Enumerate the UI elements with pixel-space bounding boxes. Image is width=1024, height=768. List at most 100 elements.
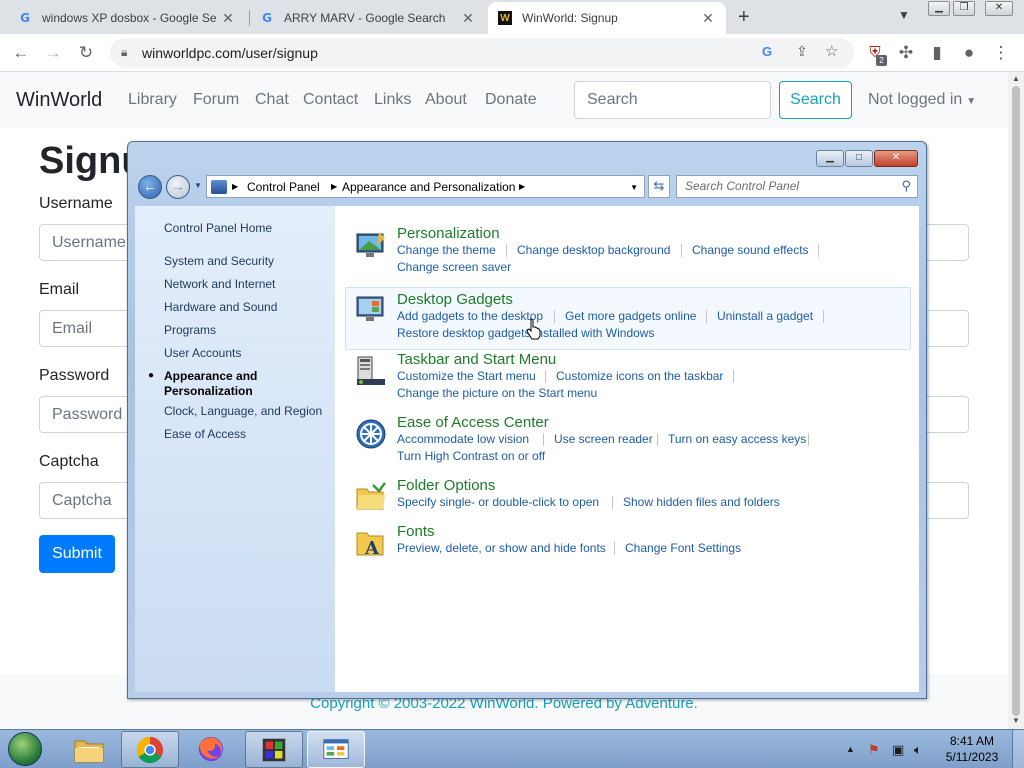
browser-tab-active[interactable]: W WinWorld: Signup ✕ bbox=[488, 2, 726, 34]
nav-control-panel-home[interactable]: Control Panel Home bbox=[164, 221, 272, 236]
link-change-start-picture[interactable]: Change the picture on the Start menu bbox=[397, 386, 597, 400]
category-title[interactable]: Ease of Access Center bbox=[397, 414, 549, 431]
address-dropdown-icon[interactable]: ▼ bbox=[630, 183, 638, 192]
link-add-gadgets[interactable]: Add gadgets to the desktop bbox=[397, 309, 543, 323]
site-brand[interactable]: WinWorld bbox=[16, 89, 102, 112]
forward-arrow-icon[interactable]: → bbox=[42, 42, 64, 64]
window-close-button[interactable]: ✕ bbox=[985, 1, 1013, 16]
nav-link-donate[interactable]: Donate bbox=[485, 91, 537, 109]
link-customize-taskbar-icons[interactable]: Customize icons on the taskbar bbox=[556, 369, 723, 383]
close-tab-icon[interactable]: ✕ bbox=[460, 10, 476, 27]
menu-kebab-icon[interactable]: ⋮ bbox=[990, 42, 1012, 64]
link-change-sound-effects[interactable]: Change sound effects bbox=[692, 243, 809, 257]
breadcrumb-arrow-icon[interactable]: ▶ bbox=[519, 182, 525, 191]
link-preview-fonts[interactable]: Preview, delete, or show and hide fonts bbox=[397, 541, 606, 555]
taskbar-chrome-button[interactable] bbox=[121, 731, 179, 768]
nav-user-accounts[interactable]: User Accounts bbox=[164, 346, 241, 361]
extensions-puzzle-icon[interactable]: ✣ bbox=[895, 42, 917, 64]
recent-pages-chevron-icon[interactable]: ▼ bbox=[194, 181, 202, 190]
tab-search-chevron-icon[interactable]: ▼ bbox=[898, 8, 910, 22]
refresh-button[interactable]: ⇆ bbox=[648, 175, 670, 198]
taskbar-explorer-button[interactable] bbox=[60, 731, 118, 768]
close-tab-icon[interactable]: ✕ bbox=[700, 10, 716, 27]
window-minimize-button[interactable]: ▁ bbox=[928, 1, 950, 16]
reload-icon[interactable]: ↻ bbox=[75, 42, 97, 64]
breadcrumb-control-panel[interactable]: Control Panel bbox=[247, 180, 320, 194]
category-title[interactable]: Taskbar and Start Menu bbox=[397, 351, 556, 368]
fonts-icon[interactable]: A bbox=[355, 527, 387, 559]
category-title[interactable]: Fonts bbox=[397, 523, 435, 540]
ease-of-access-icon[interactable] bbox=[355, 418, 387, 450]
nav-programs[interactable]: Programs bbox=[164, 323, 216, 338]
link-show-hidden-files[interactable]: Show hidden files and folders bbox=[623, 495, 780, 509]
link-easy-access-keys[interactable]: Turn on easy access keys bbox=[668, 432, 806, 446]
nav-system-security[interactable]: System and Security bbox=[164, 254, 274, 269]
taskbar-icon[interactable] bbox=[355, 355, 387, 387]
browser-tab[interactable]: G windows XP dosbox - Google Se ✕ bbox=[8, 2, 246, 34]
scroll-up-icon[interactable]: ▲ bbox=[1012, 74, 1020, 83]
nav-link-contact[interactable]: Contact bbox=[303, 91, 358, 109]
link-uninstall-gadget[interactable]: Uninstall a gadget bbox=[717, 309, 813, 323]
show-hidden-icons-icon[interactable]: ▲ bbox=[846, 744, 855, 754]
browser-tab[interactable]: G ARRY MARV - Google Search ✕ bbox=[250, 2, 486, 34]
category-title[interactable]: Desktop Gadgets bbox=[397, 291, 513, 308]
link-change-font-settings[interactable]: Change Font Settings bbox=[625, 541, 741, 555]
nav-link-chat[interactable]: Chat bbox=[255, 91, 289, 109]
window-restore-button[interactable]: ❐ bbox=[953, 1, 975, 16]
link-accommodate-low-vision[interactable]: Accommodate low vision bbox=[397, 432, 529, 446]
site-search-input[interactable]: Search bbox=[574, 81, 771, 119]
scroll-down-icon[interactable]: ▼ bbox=[1012, 716, 1020, 725]
nav-link-about[interactable]: About bbox=[425, 91, 467, 109]
breadcrumb-arrow-icon[interactable]: ▶ bbox=[232, 182, 238, 191]
taskbar-control-panel-button[interactable] bbox=[307, 731, 365, 768]
url-text[interactable]: winworldpc.com/user/signup bbox=[142, 45, 318, 61]
show-desktop-button[interactable] bbox=[1012, 730, 1024, 768]
search-input[interactable]: Search Control Panel ⚲ bbox=[676, 175, 918, 198]
link-change-theme[interactable]: Change the theme bbox=[397, 243, 496, 257]
minimize-button[interactable]: ▁ bbox=[816, 150, 844, 167]
taskbar-dosbox-button[interactable] bbox=[245, 731, 303, 768]
link-use-screen-reader[interactable]: Use screen reader bbox=[554, 432, 653, 446]
link-customize-start-menu[interactable]: Customize the Start menu bbox=[397, 369, 536, 383]
link-single-double-click[interactable]: Specify single- or double-click to open bbox=[397, 495, 599, 509]
breadcrumb-arrow-icon[interactable]: ▶ bbox=[331, 182, 337, 191]
site-search-button[interactable]: Search bbox=[779, 81, 852, 119]
page-scrollbar[interactable]: ▲ ▼ bbox=[1008, 72, 1024, 730]
link-change-desktop-background[interactable]: Change desktop background bbox=[517, 243, 670, 257]
maximize-button[interactable]: □ bbox=[845, 150, 873, 167]
taskbar-firefox-button[interactable] bbox=[183, 731, 241, 768]
link-change-screen-saver[interactable]: Change screen saver bbox=[397, 260, 511, 274]
close-button[interactable]: ✕ bbox=[874, 150, 918, 167]
nav-link-links[interactable]: Links bbox=[374, 91, 411, 109]
clock-date[interactable]: 5/11/2023 bbox=[940, 750, 1004, 764]
search-icon[interactable]: ⚲ bbox=[901, 178, 911, 194]
submit-button[interactable]: Submit bbox=[39, 535, 115, 573]
close-tab-icon[interactable]: ✕ bbox=[220, 10, 236, 27]
nav-link-forum[interactable]: Forum bbox=[193, 91, 239, 109]
profile-avatar-icon[interactable]: ● bbox=[958, 42, 980, 64]
clock-time[interactable]: 8:41 AM bbox=[940, 734, 1004, 748]
nav-link-library[interactable]: Library bbox=[128, 91, 177, 109]
personalization-icon[interactable] bbox=[355, 229, 387, 261]
gadgets-icon[interactable] bbox=[355, 293, 387, 325]
start-button[interactable] bbox=[4, 730, 46, 768]
side-panel-icon[interactable]: ▮ bbox=[926, 42, 948, 64]
login-dropdown[interactable]: Not logged in ▼ bbox=[868, 91, 976, 109]
google-translate-icon[interactable]: G bbox=[762, 44, 772, 59]
scroll-thumb[interactable] bbox=[1012, 86, 1020, 716]
address-bar[interactable]: ▶ Control Panel ▶ Appearance and Persona… bbox=[206, 175, 645, 198]
forward-button[interactable]: → bbox=[166, 175, 190, 199]
link-high-contrast[interactable]: Turn High Contrast on or off bbox=[397, 449, 545, 463]
folder-options-icon[interactable] bbox=[355, 481, 387, 513]
back-arrow-icon[interactable]: ← bbox=[10, 42, 32, 64]
back-button[interactable]: ← bbox=[138, 175, 162, 199]
action-center-flag-icon[interactable]: ⚑ bbox=[868, 742, 880, 758]
address-bar[interactable]: 🔒︎ winworldpc.com/user/signup G ⇪ ☆ bbox=[110, 38, 854, 68]
nav-clock-language[interactable]: Clock, Language, and Region bbox=[164, 404, 322, 419]
volume-icon[interactable]: 🔈︎ bbox=[914, 742, 922, 758]
breadcrumb-appearance[interactable]: Appearance and Personalization bbox=[342, 180, 515, 194]
link-get-more-gadgets[interactable]: Get more gadgets online bbox=[565, 309, 696, 323]
category-title[interactable]: Folder Options bbox=[397, 477, 495, 494]
network-icon[interactable]: ▣ bbox=[892, 742, 904, 758]
bookmark-star-icon[interactable]: ☆ bbox=[825, 42, 838, 60]
